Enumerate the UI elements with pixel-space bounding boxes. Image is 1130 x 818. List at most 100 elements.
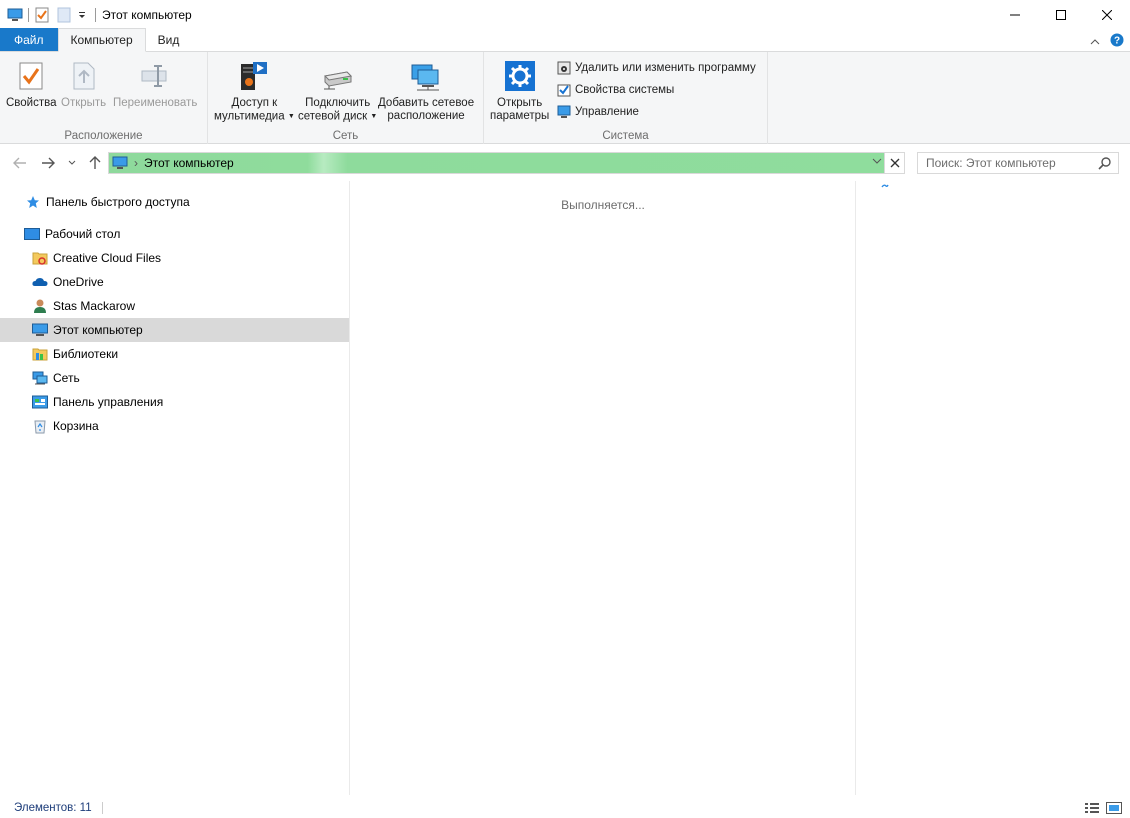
svg-text:?: ? xyxy=(1114,36,1120,47)
dropdown-arrow-icon: ▼ xyxy=(370,113,378,120)
rename-button[interactable]: Переименовать xyxy=(113,58,197,110)
file-list-area[interactable]: Выполняется... xyxy=(351,181,856,795)
uninstall-program-icon xyxy=(556,60,572,76)
location-group-label: Расположение xyxy=(64,130,143,142)
ribbon: Свойства Открыть Переименовать Расположе… xyxy=(0,52,1130,144)
network-group-label: Сеть xyxy=(332,130,359,142)
star-icon xyxy=(25,194,41,210)
nav-item-label: Сеть xyxy=(53,371,80,385)
maximize-button[interactable] xyxy=(1038,0,1084,29)
nav-item-label: Панель управления xyxy=(53,395,164,409)
network-icon xyxy=(32,370,48,386)
open-label: Открыть xyxy=(61,97,107,109)
nav-item-this-pc[interactable]: Этот компьютер xyxy=(0,318,349,342)
tab-computer[interactable]: Компьютер xyxy=(57,28,146,52)
details-view-button[interactable] xyxy=(1084,801,1100,818)
close-button[interactable] xyxy=(1084,0,1130,29)
properties-label: Свойства xyxy=(6,97,57,109)
computer-icon[interactable] xyxy=(6,6,24,24)
desktop-icon xyxy=(24,226,40,242)
recycle-bin-icon xyxy=(32,418,48,434)
minimize-button[interactable] xyxy=(992,0,1038,29)
nav-item-libraries[interactable]: Библиотеки xyxy=(0,342,349,366)
address-bar[interactable]: › Этот компьютер xyxy=(108,152,905,174)
nav-item-label: Корзина xyxy=(53,419,99,433)
nav-item-label: Рабочий стол xyxy=(45,227,121,241)
manage-button[interactable]: Управление xyxy=(556,102,639,122)
address-row: › Этот компьютер Поиск: Этот компьютер xyxy=(0,144,1130,181)
back-button[interactable] xyxy=(10,153,30,173)
add-location-label-1: Добавить сетевое xyxy=(378,97,475,109)
network-group: Доступ к мультимедиа ▼ Подключить сетево… xyxy=(208,52,484,144)
add-network-location-button[interactable]: Добавить сетевое расположение xyxy=(378,58,474,123)
new-folder-icon[interactable] xyxy=(55,6,73,24)
forward-button[interactable] xyxy=(38,153,58,173)
nav-item-label: Библиотеки xyxy=(53,347,119,361)
breadcrumb-separator[interactable]: › xyxy=(134,156,138,170)
customize-toolbar-chevron-icon[interactable] xyxy=(73,6,91,24)
search-input[interactable]: Поиск: Этот компьютер xyxy=(917,152,1119,174)
large-icons-view-button[interactable] xyxy=(1106,801,1122,818)
rename-icon xyxy=(137,58,173,94)
maximize-icon xyxy=(1056,9,1066,20)
system-properties-icon xyxy=(556,82,572,98)
media-server-icon xyxy=(236,58,272,94)
open-button[interactable]: Открыть xyxy=(61,58,106,110)
media-access-button[interactable]: Доступ к мультимедиа ▼ xyxy=(214,58,295,124)
help-icon[interactable]: ? xyxy=(1110,33,1124,50)
loading-status-text: Выполняется... xyxy=(561,198,645,212)
large-icons-view-icon xyxy=(1106,802,1122,814)
tab-file[interactable]: Файл xyxy=(0,28,58,51)
view-switcher xyxy=(1084,801,1122,818)
media-access-label-1: Доступ к xyxy=(231,97,278,109)
nav-item-label: Creative Cloud Files xyxy=(53,251,162,265)
nav-item-control-panel[interactable]: Панель управления xyxy=(0,390,349,414)
properties-icon xyxy=(13,58,49,94)
close-icon xyxy=(1102,9,1112,20)
recent-locations-button[interactable] xyxy=(62,153,82,173)
toolbar-divider xyxy=(95,7,96,22)
nav-item-network[interactable]: Сеть xyxy=(0,366,349,390)
properties-button[interactable]: Свойства xyxy=(6,58,57,110)
up-arrow-icon xyxy=(89,156,101,169)
chevron-down-icon xyxy=(68,160,76,165)
address-dropdown-icon[interactable] xyxy=(872,155,882,167)
tab-view[interactable]: Вид xyxy=(146,28,192,51)
nav-item-label: Панель быстрого доступа xyxy=(46,195,190,209)
dropdown-arrow-icon: ▼ xyxy=(287,113,295,120)
media-access-label-2: мультимедиа ▼ xyxy=(214,110,295,124)
computer-icon xyxy=(112,155,130,171)
forward-arrow-icon xyxy=(42,157,55,169)
open-settings-button[interactable]: Открыть параметры xyxy=(490,58,549,123)
breadcrumb-this-pc[interactable]: Этот компьютер xyxy=(144,156,234,170)
nav-item-desktop[interactable]: Рабочий стол xyxy=(0,222,349,246)
computer-management-icon xyxy=(556,104,572,120)
system-properties-button[interactable]: Свойства системы xyxy=(556,80,674,100)
nav-item-user[interactable]: Stas Mackarow xyxy=(0,294,349,318)
open-icon xyxy=(66,58,102,94)
cancel-load-button[interactable] xyxy=(884,153,904,173)
map-network-drive-button[interactable]: Подключить сетевой диск ▼ xyxy=(298,58,377,124)
nav-item-quick-access[interactable]: Панель быстрого доступа xyxy=(0,190,349,214)
nav-item-label: Stas Mackarow xyxy=(53,299,136,313)
properties-icon[interactable] xyxy=(33,6,51,24)
details-view-icon xyxy=(1085,803,1099,813)
close-icon xyxy=(890,158,899,168)
window-controls xyxy=(992,0,1130,29)
nav-item-creative-cloud-files[interactable]: Creative Cloud Files xyxy=(0,246,349,270)
up-button[interactable] xyxy=(85,153,105,173)
nav-item-onedrive[interactable]: OneDrive xyxy=(0,270,349,294)
toolbar-divider xyxy=(28,7,29,22)
uninstall-program-button[interactable]: Удалить или изменить программу xyxy=(556,58,756,78)
collapse-ribbon-icon[interactable] xyxy=(1090,35,1100,49)
window-title: Этот компьютер xyxy=(102,7,192,22)
back-arrow-icon xyxy=(13,157,26,169)
nav-item-recycle-bin[interactable]: Корзина xyxy=(0,414,349,438)
ribbon-tabs: Файл Компьютер Вид ? xyxy=(0,28,1130,52)
location-group: Свойства Открыть Переименовать Расположе… xyxy=(0,52,208,144)
network-drive-icon xyxy=(320,58,356,94)
user-icon xyxy=(32,298,48,314)
network-location-icon xyxy=(408,58,444,94)
title-bar: Этот компьютер xyxy=(0,0,1130,29)
system-properties-label: Свойства системы xyxy=(575,84,675,96)
